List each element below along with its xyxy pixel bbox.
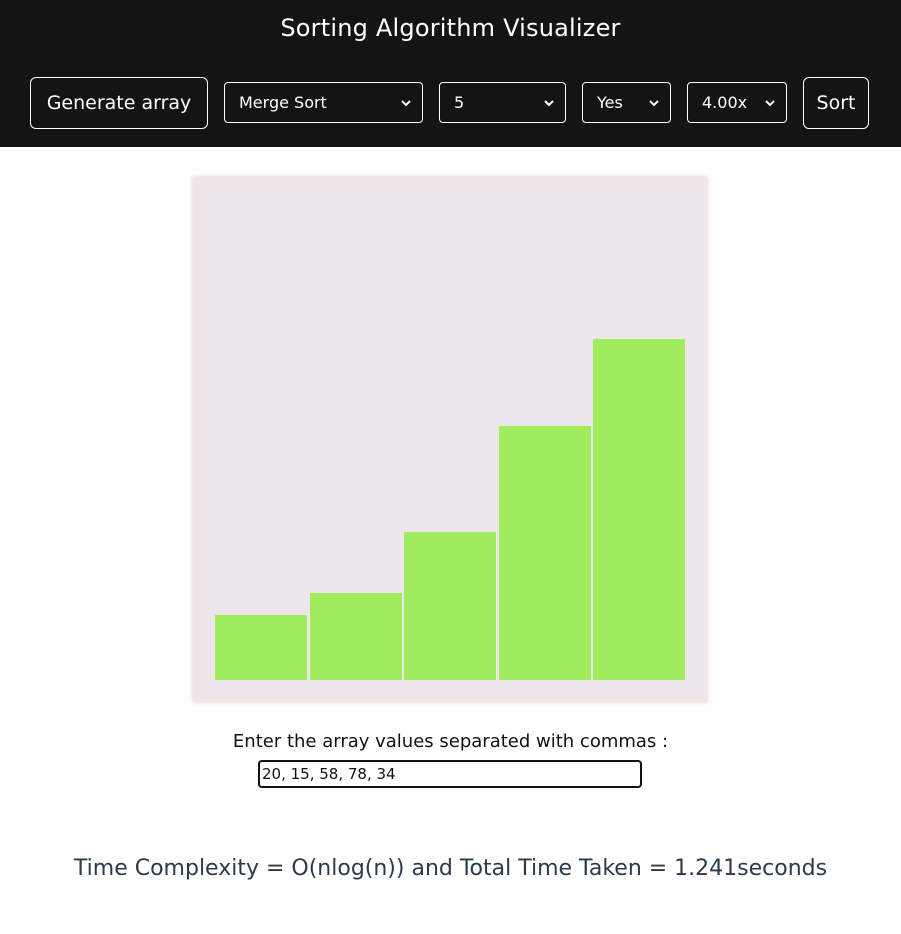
time-complexity-text: Time Complexity = O(nlog(n)) and Total T…	[73, 856, 828, 881]
array-bar	[404, 532, 496, 680]
speed-select-value: 4.00x	[702, 93, 748, 112]
array-bar	[593, 339, 685, 680]
array-bar	[498, 426, 591, 680]
chevron-down-icon	[544, 99, 554, 106]
generate-array-button[interactable]: Generate array	[30, 77, 208, 129]
option-select[interactable]: Yes	[582, 82, 671, 123]
option-select-value: Yes	[597, 93, 623, 112]
algorithm-select[interactable]: Merge Sort	[224, 82, 423, 123]
page-title: Sorting Algorithm Visualizer	[280, 14, 621, 42]
chevron-down-icon	[649, 99, 659, 106]
array-values-input[interactable]	[258, 760, 642, 788]
array-bar	[309, 593, 402, 680]
algorithm-select-value: Merge Sort	[239, 93, 327, 112]
sort-button[interactable]: Sort	[803, 77, 869, 129]
header-bar: Sorting Algorithm Visualizer Generate ar…	[0, 0, 901, 147]
chevron-down-icon	[401, 99, 411, 106]
array-size-select-value: 5	[454, 93, 465, 112]
chevron-down-icon	[765, 99, 775, 106]
array-bar	[215, 615, 307, 680]
bar-visualization-area	[193, 177, 707, 702]
generate-array-label: Generate array	[46, 92, 192, 114]
array-size-select[interactable]: 5	[439, 82, 566, 123]
speed-select[interactable]: 4.00x	[687, 82, 787, 123]
sort-label: Sort	[816, 92, 856, 114]
array-input-label: Enter the array values separated with co…	[232, 731, 669, 752]
